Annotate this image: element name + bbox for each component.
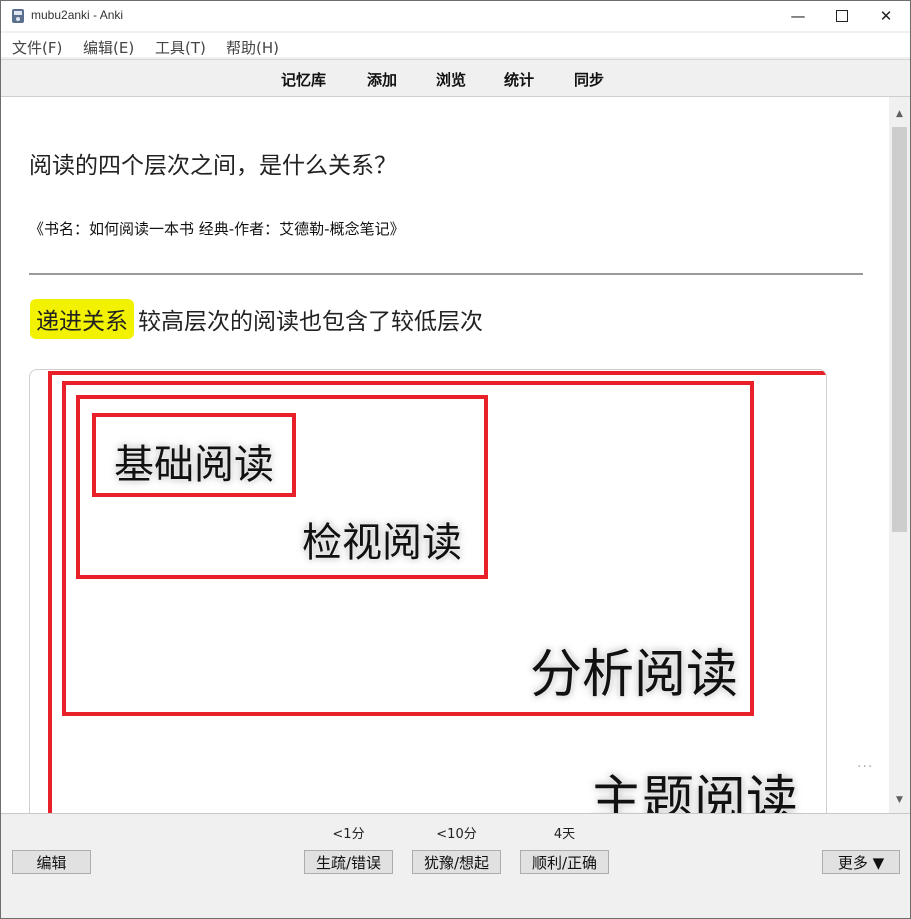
card-answer: 递进关系 较高层次的阅读也包含了较低层次 <box>30 299 483 339</box>
toolbar-stats[interactable]: 统计 <box>504 69 534 90</box>
close-button[interactable]: ✕ <box>863 1 909 31</box>
menu-edit[interactable]: 编辑(E) <box>83 37 134 58</box>
close-icon: ✕ <box>879 7 893 25</box>
label-analytical: 分析阅读 <box>530 645 739 705</box>
more-button[interactable]: 更多 ▼ <box>822 850 900 874</box>
scroll-up-icon[interactable]: ▲ <box>889 109 910 123</box>
maximize-button[interactable] <box>819 1 865 31</box>
card-question: 阅读的四个层次之间，是什么关系？ <box>29 153 397 179</box>
toolbar-browse[interactable]: 浏览 <box>436 69 466 90</box>
label-inspectional: 检视阅读 <box>302 520 462 566</box>
label-elementary: 基础阅读 <box>114 442 274 488</box>
reading-levels-diagram: 基础阅读 检视阅读 分析阅读 主题阅读 <box>29 369 827 813</box>
card-scrollbar[interactable]: ▲ ▼ <box>889 97 910 813</box>
card-view: 阅读的四个层次之间，是什么关系？ 《书名：如何阅读一本书 经典-作者：艾德勒-概… <box>1 97 889 813</box>
answer-highlight: 递进关系 <box>30 299 134 339</box>
interval-good: 4天 <box>553 827 576 842</box>
interval-again: <1分 <box>332 827 365 842</box>
more-dots-icon: ··· <box>857 759 874 775</box>
toolbar-decks[interactable]: 记忆库 <box>281 69 326 90</box>
minimize-icon: — <box>790 7 806 25</box>
toolbar-add[interactable]: 添加 <box>367 69 397 90</box>
minimize-button[interactable]: — <box>775 1 821 31</box>
card-source: 《书名：如何阅读一本书 经典-作者：艾德勒-概念笔记》 <box>29 220 405 238</box>
answer-good-button[interactable]: 顺利/正确 <box>520 850 609 874</box>
answer-hard-button[interactable]: 犹豫/想起 <box>412 850 501 874</box>
reviewer-bottom-bar: 编辑 <1分 <10分 4天 生疏/错误 犹豫/想起 顺利/正确 更多 ▼ <box>1 813 910 918</box>
scroll-down-icon[interactable]: ▼ <box>889 795 910 809</box>
menu-help[interactable]: 帮助(H) <box>226 37 279 58</box>
anki-icon <box>12 9 24 23</box>
answer-divider <box>29 273 863 275</box>
interval-hard: <10分 <box>436 827 477 842</box>
menu-tools[interactable]: 工具(T) <box>155 37 206 58</box>
title-bar: mubu2anki - Anki — ✕ <box>1 1 910 31</box>
main-toolbar: 记忆库 添加 浏览 统计 同步 <box>1 59 910 97</box>
label-syntopical: 主题阅读 <box>590 771 799 813</box>
toolbar-sync[interactable]: 同步 <box>574 69 604 90</box>
anki-window: mubu2anki - Anki — ✕ 文件(F) 编辑(E) 工具(T) 帮… <box>0 0 911 919</box>
maximize-icon <box>836 10 848 22</box>
answer-text: 较高层次的阅读也包含了较低层次 <box>138 309 483 335</box>
menu-bar: 文件(F) 编辑(E) 工具(T) 帮助(H) <box>1 33 910 57</box>
menu-file[interactable]: 文件(F) <box>12 37 62 58</box>
answer-again-button[interactable]: 生疏/错误 <box>304 850 393 874</box>
edit-button[interactable]: 编辑 <box>12 850 91 874</box>
window-title: mubu2anki - Anki <box>31 8 124 22</box>
scroll-thumb[interactable] <box>892 127 907 532</box>
